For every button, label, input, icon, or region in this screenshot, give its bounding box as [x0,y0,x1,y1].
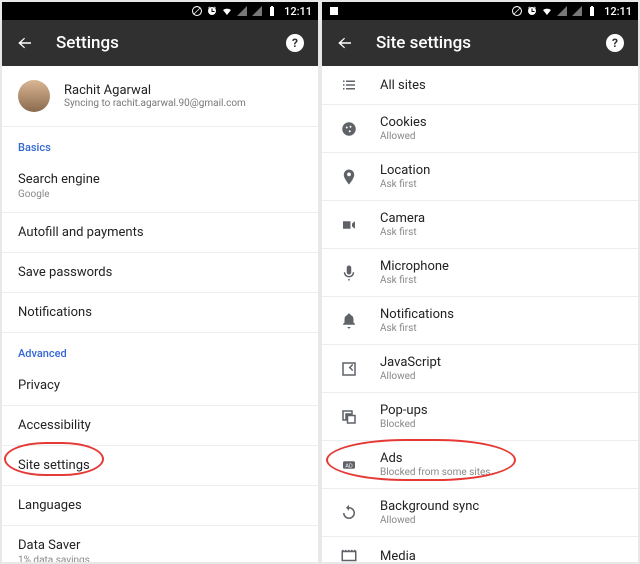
row-sub: Blocked from some sites [380,467,490,478]
battery-icon [586,5,598,17]
status-time: 12:11 [284,5,312,18]
alarm-icon [206,5,218,17]
popup-icon [338,408,360,426]
data-saver-row[interactable]: Data Saver 1% data savings [2,526,318,562]
cookie-icon [338,120,360,138]
row-title: Save passwords [18,265,302,280]
row-title: Location [380,163,430,178]
row-title: Ads [380,451,490,466]
ads-icon: AD [338,456,360,474]
ads-row[interactable]: AD AdsBlocked from some sites [322,441,638,489]
privacy-row[interactable]: Privacy [2,366,318,406]
popups-row[interactable]: Pop-upsBlocked [322,393,638,441]
back-icon[interactable] [336,34,354,52]
profile-row[interactable]: Rachit Agarwal Syncing to rachit.agarwal… [2,66,318,127]
section-basics: Basics [2,127,318,160]
autofill-row[interactable]: Autofill and payments [2,213,318,253]
row-title: Notifications [380,307,454,322]
row-title: JavaScript [380,355,441,370]
site-settings-row[interactable]: Site settings [2,446,318,486]
site-settings-screen: 12:11 Site settings ? All sites CookiesA… [322,2,638,562]
search-engine-row[interactable]: Search engine Google [2,160,318,213]
row-sub: Ask first [380,179,430,190]
app-bar-title: Settings [56,33,119,53]
row-title: Microphone [380,259,449,274]
signal-icon [556,5,568,17]
profile-name: Rachit Agarwal [64,83,246,98]
row-title: Search engine [18,172,302,187]
location-icon [338,168,360,186]
row-title: Cookies [380,115,427,130]
help-icon[interactable]: ? [606,34,624,52]
media-row[interactable]: Media [322,537,638,562]
svg-text:AD: AD [345,463,353,469]
javascript-icon [338,360,360,378]
row-title: Autofill and payments [18,225,302,240]
settings-screen: 12:11 Settings ? Rachit Agarwal Syncing … [2,2,318,562]
row-sub: Allowed [380,131,427,142]
all-sites-row[interactable]: All sites [322,66,638,105]
row-title: Media [380,549,416,563]
status-time: 12:11 [604,5,632,18]
javascript-row[interactable]: JavaScriptAllowed [322,345,638,393]
row-title: Notifications [18,305,302,320]
signal-icon [571,5,583,17]
row-sub: Ask first [380,275,449,286]
section-advanced: Advanced [2,333,318,366]
row-sub: Blocked [380,419,428,430]
notifications-row[interactable]: NotificationsAsk first [322,297,638,345]
camera-icon [338,216,360,234]
accessibility-row[interactable]: Accessibility [2,406,318,446]
profile-email: Syncing to rachit.agarwal.90@gmail.com [64,98,246,109]
battery-icon [266,5,278,17]
app-bar: Settings ? [2,20,318,66]
back-icon[interactable] [16,34,34,52]
row-sub: Ask first [380,323,454,334]
camera-row[interactable]: CameraAsk first [322,201,638,249]
row-title: Background sync [380,499,479,514]
help-icon[interactable]: ? [286,34,304,52]
media-icon [338,547,360,562]
cookies-row[interactable]: CookiesAllowed [322,105,638,153]
sync-icon [338,504,360,522]
row-sub: Google [18,189,302,200]
microphone-icon [338,264,360,282]
save-passwords-row[interactable]: Save passwords [2,253,318,293]
status-bar: 12:11 [2,2,318,20]
notifications-row[interactable]: Notifications [2,293,318,333]
row-title: Languages [18,498,302,513]
row-title: Data Saver [18,538,302,553]
row-title: Privacy [18,378,302,393]
microphone-row[interactable]: MicrophoneAsk first [322,249,638,297]
settings-list: Rachit Agarwal Syncing to rachit.agarwal… [2,66,318,562]
row-sub: Allowed [380,371,441,382]
alarm-icon [526,5,538,17]
signal-icon [251,5,263,17]
avatar [18,80,50,112]
image-icon [328,5,340,17]
app-bar-title: Site settings [376,33,471,53]
row-title: Pop-ups [380,403,428,418]
status-bar: 12:11 [322,2,638,20]
row-sub: Ask first [380,227,425,238]
wifi-icon [221,5,233,17]
row-sub: Allowed [380,515,479,526]
dnd-icon [191,5,203,17]
row-title: All sites [380,78,426,93]
signal-icon [236,5,248,17]
row-title: Site settings [18,458,302,473]
row-sub: 1% data savings [18,555,302,562]
app-bar: Site settings ? [322,20,638,66]
languages-row[interactable]: Languages [2,486,318,526]
dnd-icon [511,5,523,17]
site-settings-list: All sites CookiesAllowed LocationAsk fir… [322,66,638,562]
row-title: Camera [380,211,425,226]
list-icon [338,76,360,94]
wifi-icon [541,5,553,17]
row-title: Accessibility [18,418,302,433]
location-row[interactable]: LocationAsk first [322,153,638,201]
background-sync-row[interactable]: Background syncAllowed [322,489,638,537]
bell-icon [338,312,360,330]
